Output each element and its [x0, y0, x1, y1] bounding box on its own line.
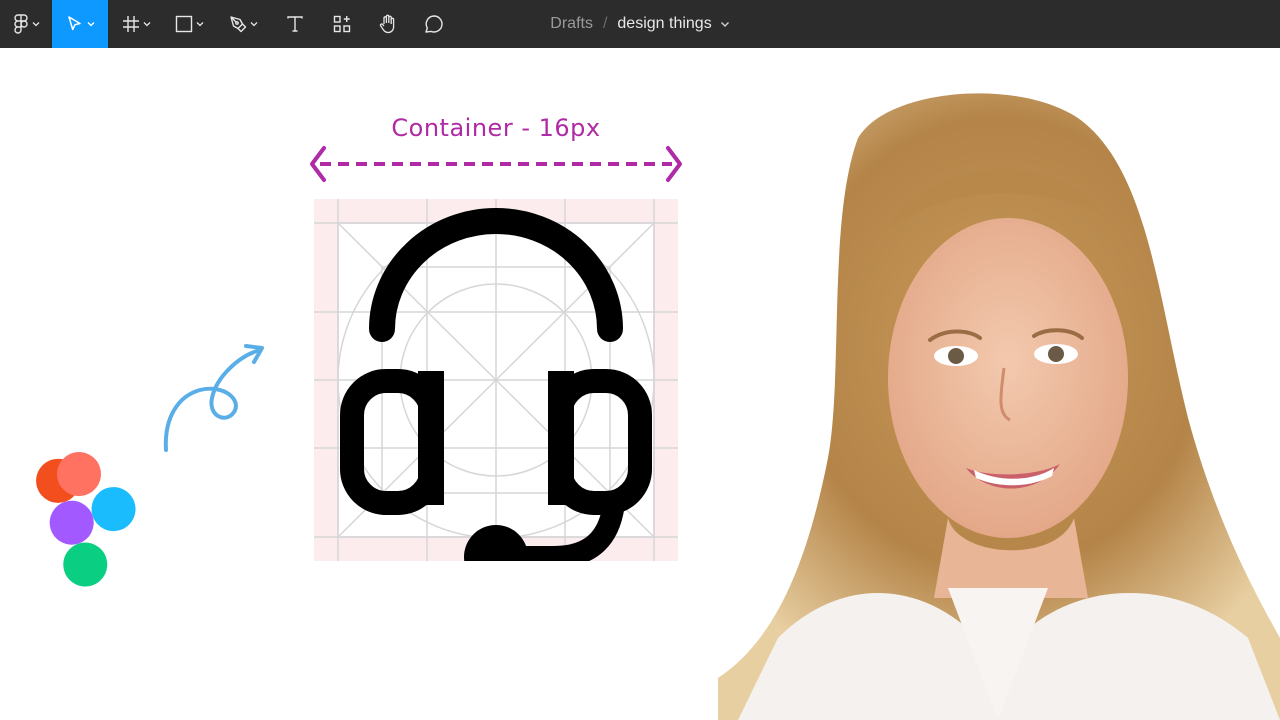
hand-tool-button[interactable] [366, 0, 410, 48]
pen-icon [229, 16, 246, 33]
chevron-down-icon [143, 22, 150, 27]
breadcrumb-separator: / [602, 15, 608, 32]
text-icon [287, 16, 303, 32]
hand-icon [379, 14, 395, 34]
text-tool-button[interactable] [272, 0, 318, 48]
move-tool-button[interactable] [52, 0, 108, 48]
frame-hash-icon [122, 16, 139, 32]
resources-icon [333, 15, 351, 33]
container-size-label: Container - 16px [391, 114, 601, 142]
icon-grid-frame [314, 199, 678, 561]
canvas[interactable]: Container - 16px [0, 48, 1280, 720]
chevron-down-icon [250, 22, 257, 27]
resources-tool-button[interactable] [318, 0, 366, 48]
width-measure-arrow [310, 146, 682, 182]
chevron-down-icon [196, 22, 203, 27]
comment-tool-button[interactable] [410, 0, 458, 48]
main-menu-button[interactable] [0, 0, 52, 48]
chevron-down-icon [32, 22, 39, 27]
rectangle-icon [175, 15, 192, 33]
breadcrumb-project[interactable]: Drafts [550, 15, 593, 33]
shape-tool-button[interactable] [164, 0, 214, 48]
presenter-photo [718, 93, 1280, 720]
toolbar: Drafts / design things [0, 0, 1280, 48]
chevron-down-icon [87, 22, 94, 27]
figma-menu-icon [13, 14, 28, 34]
frame-tool-button[interactable] [108, 0, 164, 48]
comment-icon [425, 15, 443, 33]
cursor-arrow-icon [67, 16, 81, 31]
pen-tool-button[interactable] [214, 0, 272, 48]
breadcrumb-file-name[interactable]: design things [617, 15, 711, 33]
chevron-down-icon[interactable] [720, 21, 730, 28]
curved-arrow-doodle [163, 344, 264, 452]
figma-logo-icon [36, 452, 136, 587]
